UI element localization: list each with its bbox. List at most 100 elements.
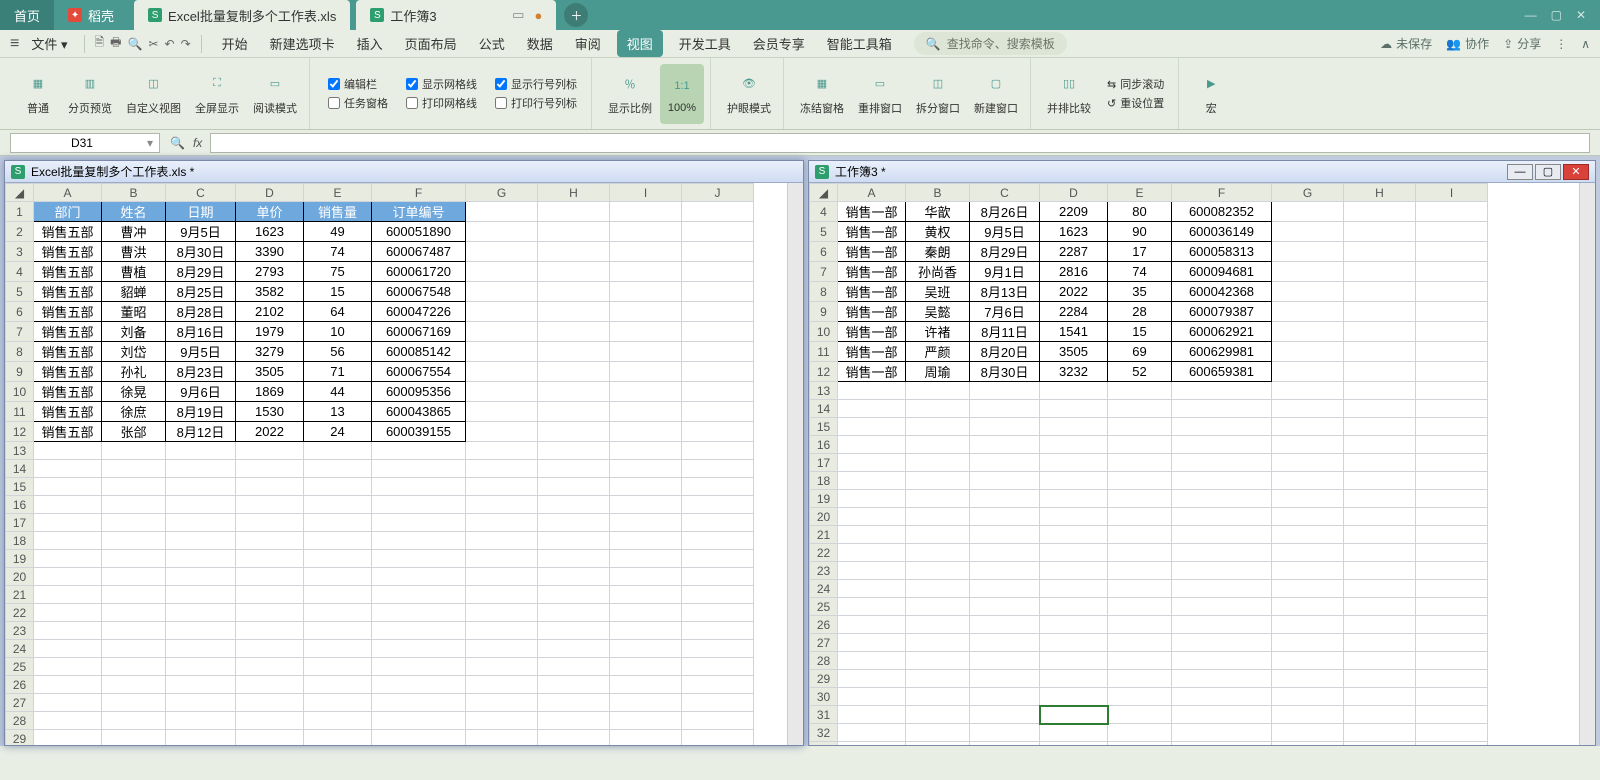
- cell[interactable]: [682, 550, 754, 568]
- cell[interactable]: [1344, 670, 1416, 688]
- cell[interactable]: [610, 322, 682, 342]
- cell[interactable]: [466, 550, 538, 568]
- cell[interactable]: [1272, 634, 1344, 652]
- cell[interactable]: [1416, 580, 1488, 598]
- cell[interactable]: [838, 382, 906, 400]
- cell[interactable]: [1108, 688, 1172, 706]
- cell[interactable]: [166, 586, 236, 604]
- cell[interactable]: [34, 478, 102, 496]
- cell[interactable]: [466, 322, 538, 342]
- cell[interactable]: 600043865: [372, 402, 466, 422]
- more-icon[interactable]: ⋮: [1555, 37, 1567, 51]
- row-header[interactable]: 2: [6, 222, 34, 242]
- cell[interactable]: [838, 616, 906, 634]
- cell[interactable]: [538, 202, 610, 222]
- row-header[interactable]: 27: [810, 634, 838, 652]
- cell[interactable]: [682, 422, 754, 442]
- cell[interactable]: [1416, 436, 1488, 454]
- cell[interactable]: [538, 222, 610, 242]
- cell[interactable]: [538, 604, 610, 622]
- cell[interactable]: [466, 460, 538, 478]
- ribbon-macro[interactable]: ▶宏: [1189, 64, 1233, 124]
- cell[interactable]: [1416, 322, 1488, 342]
- cell[interactable]: [466, 658, 538, 676]
- cell[interactable]: [1108, 598, 1172, 616]
- cell[interactable]: [1172, 742, 1272, 746]
- cell[interactable]: [1040, 490, 1108, 508]
- cell[interactable]: [610, 532, 682, 550]
- cell[interactable]: [236, 676, 304, 694]
- cell[interactable]: [34, 514, 102, 532]
- cell[interactable]: [906, 616, 970, 634]
- cell[interactable]: 9月1日: [970, 262, 1040, 282]
- cell[interactable]: [304, 550, 372, 568]
- cell[interactable]: [1272, 322, 1344, 342]
- cell[interactable]: 8月30日: [166, 242, 236, 262]
- cell[interactable]: [682, 730, 754, 746]
- cell[interactable]: [538, 460, 610, 478]
- check-editbar[interactable]: 编辑栏: [328, 76, 388, 92]
- cell[interactable]: [1416, 362, 1488, 382]
- cell[interactable]: [304, 676, 372, 694]
- cell[interactable]: [1344, 562, 1416, 580]
- cell[interactable]: [1344, 202, 1416, 222]
- cell[interactable]: [1172, 472, 1272, 490]
- cell[interactable]: [1272, 454, 1344, 472]
- menu-tab-0[interactable]: 开始: [216, 30, 254, 57]
- row-header[interactable]: 22: [6, 604, 34, 622]
- cell[interactable]: [610, 550, 682, 568]
- cell[interactable]: [102, 550, 166, 568]
- row-header[interactable]: 15: [810, 418, 838, 436]
- cell[interactable]: 8月30日: [970, 362, 1040, 382]
- row-header[interactable]: 23: [810, 562, 838, 580]
- cell[interactable]: 董昭: [102, 302, 166, 322]
- ribbon-newwin[interactable]: ▢新建窗口: [968, 64, 1024, 124]
- col-header[interactable]: F: [372, 184, 466, 202]
- cell[interactable]: 9月5日: [970, 222, 1040, 242]
- fx-icon[interactable]: fx: [193, 136, 202, 150]
- cell[interactable]: [1416, 706, 1488, 724]
- cell[interactable]: 71: [304, 362, 372, 382]
- cell[interactable]: [610, 496, 682, 514]
- cell[interactable]: [1172, 616, 1272, 634]
- cell[interactable]: [166, 532, 236, 550]
- cell[interactable]: [1040, 526, 1108, 544]
- cell[interactable]: [1108, 472, 1172, 490]
- col-header[interactable]: G: [1272, 184, 1344, 202]
- menu-tab-6[interactable]: 审阅: [569, 30, 607, 57]
- cell[interactable]: [34, 676, 102, 694]
- cell[interactable]: [906, 652, 970, 670]
- col-header[interactable]: A: [34, 184, 102, 202]
- cell[interactable]: [1272, 490, 1344, 508]
- cell[interactable]: [1344, 454, 1416, 472]
- col-header[interactable]: D: [236, 184, 304, 202]
- cell[interactable]: [682, 532, 754, 550]
- cell[interactable]: [304, 694, 372, 712]
- cell[interactable]: [838, 472, 906, 490]
- minimize-icon[interactable]: —: [1525, 8, 1537, 22]
- cell[interactable]: 8月23日: [166, 362, 236, 382]
- cell[interactable]: [610, 302, 682, 322]
- ribbon-split[interactable]: ◫拆分窗口: [910, 64, 966, 124]
- cell[interactable]: [1172, 670, 1272, 688]
- cell[interactable]: 600062921: [1172, 322, 1272, 342]
- command-search[interactable]: 🔍 查找命令、搜索模板: [914, 32, 1067, 55]
- cell[interactable]: [838, 742, 906, 746]
- pane-left-title[interactable]: S Excel批量复制多个工作表.xls *: [5, 161, 803, 183]
- cell[interactable]: [970, 742, 1040, 746]
- cell[interactable]: [466, 622, 538, 640]
- cell[interactable]: [304, 442, 372, 460]
- cell[interactable]: [372, 586, 466, 604]
- cell[interactable]: [610, 202, 682, 222]
- cell[interactable]: [906, 508, 970, 526]
- maximize-icon[interactable]: ▢: [1551, 8, 1562, 22]
- tab-home[interactable]: 首页: [0, 0, 54, 30]
- cell[interactable]: [1108, 652, 1172, 670]
- cell[interactable]: [34, 712, 102, 730]
- cell[interactable]: [1416, 616, 1488, 634]
- cell[interactable]: [906, 490, 970, 508]
- cell[interactable]: [1416, 242, 1488, 262]
- cell[interactable]: [682, 342, 754, 362]
- tab-file-1[interactable]: S Excel批量复制多个工作表.xls: [134, 0, 350, 30]
- cell[interactable]: [838, 508, 906, 526]
